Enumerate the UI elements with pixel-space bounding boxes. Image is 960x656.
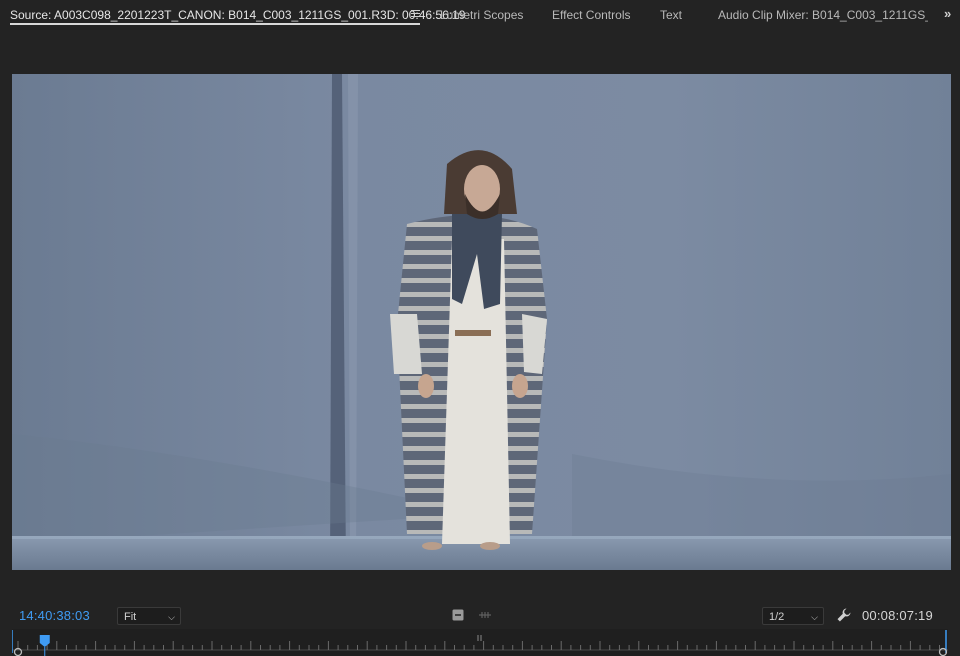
time-ruler[interactable]: [12, 629, 948, 656]
chevron-down-icon: ⌵: [811, 612, 818, 622]
video-frame: [12, 74, 951, 570]
tab-text[interactable]: Text: [660, 0, 682, 30]
panel-tab-bar: Source: A003C098_2201223T_CANON: B014_C0…: [0, 0, 960, 30]
tab-audio-clip-mixer[interactable]: Audio Clip Mixer: B014_C003_1211GS_001.: [718, 0, 928, 30]
playhead-timecode[interactable]: 14:40:38:03: [19, 608, 90, 623]
wrench-icon[interactable]: [836, 607, 852, 623]
duration-timecode: 00:08:07:19: [862, 608, 933, 623]
active-tab-indicator: [10, 23, 420, 25]
video-viewer[interactable]: [12, 74, 951, 570]
playback-resolution-select[interactable]: 1/2 ⌵: [762, 607, 824, 625]
double-chevron-right-icon[interactable]: »: [944, 6, 951, 21]
zoom-level-select[interactable]: Fit ⌵: [117, 607, 181, 625]
drag-video-icon[interactable]: [477, 609, 493, 621]
chevron-down-icon: ⌵: [168, 612, 175, 622]
source-monitor-panel: Source: A003C098_2201223T_CANON: B014_C0…: [0, 0, 960, 656]
insert-clip-icon[interactable]: [452, 609, 464, 621]
hamburger-icon[interactable]: [411, 10, 420, 19]
tab-effect-controls[interactable]: Effect Controls: [552, 0, 630, 30]
zoom-level-value: Fit: [124, 611, 137, 623]
tab-source[interactable]: Source: A003C098_2201223T_CANON: B014_C0…: [10, 0, 465, 30]
tab-lumetri-scopes[interactable]: Lumetri Scopes: [440, 0, 523, 30]
playback-resolution-value: 1/2: [769, 611, 785, 623]
